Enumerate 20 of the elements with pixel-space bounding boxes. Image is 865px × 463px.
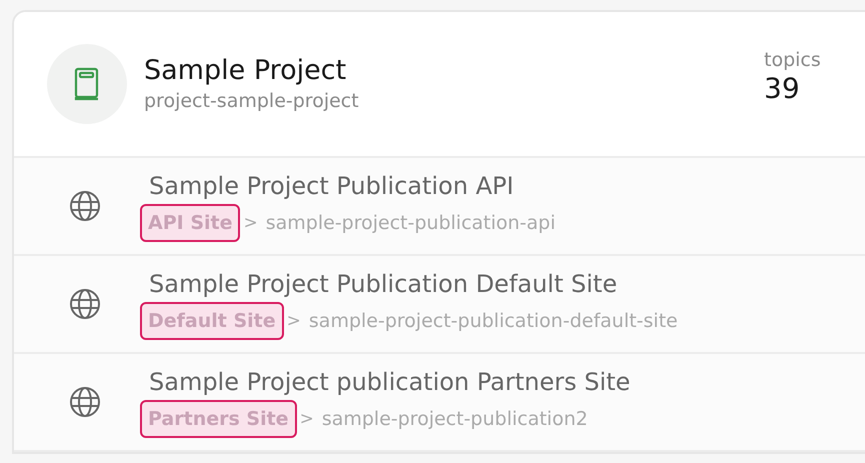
site-badge: Default Site [140, 302, 284, 340]
site-slug: sample-project-publication-api [266, 212, 556, 234]
project-title: Sample Project [144, 54, 348, 88]
site-title[interactable]: Sample Project Publication API [149, 170, 556, 202]
site-slug: sample-project-publication2 [322, 408, 588, 430]
globe-icon [69, 386, 101, 418]
separator: > [286, 311, 301, 331]
separator: > [243, 213, 258, 233]
site-title[interactable]: Sample Project publication Partners Site [149, 366, 630, 398]
book-icon [74, 67, 100, 101]
site-badge: API Site [140, 204, 240, 242]
site-title[interactable]: Sample Project Publication Default Site [149, 268, 678, 300]
project-slug: project-sample-project [144, 89, 360, 114]
globe-icon [69, 190, 101, 222]
site-badge: Partners Site [140, 400, 297, 438]
globe-icon [69, 288, 101, 320]
stat-value: 39 [764, 72, 801, 106]
separator: > [300, 409, 314, 429]
stat-label: topics [764, 48, 821, 72]
site-slug: sample-project-publication-default-site [308, 310, 678, 332]
